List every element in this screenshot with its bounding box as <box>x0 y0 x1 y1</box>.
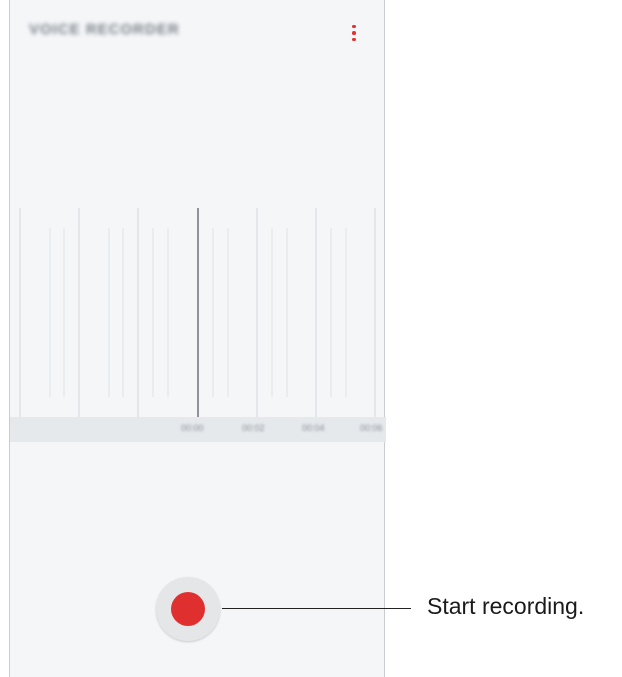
timeline-strip: 00:00 00:02 00:04 00:06 <box>10 417 386 442</box>
timeline-tick-label: 00:02 <box>242 423 265 433</box>
timeline-tick-label: 00:04 <box>302 423 325 433</box>
app-title: VOICE RECORDER <box>29 21 180 38</box>
more-options-icon-dot <box>352 31 356 35</box>
timeline-tick-label: 00:06 <box>360 423 383 433</box>
more-options-icon-dot <box>352 37 356 42</box>
waveform-grid <box>19 208 376 417</box>
more-options-button[interactable] <box>343 18 365 48</box>
callout-line <box>222 608 411 609</box>
timeline-tick-label: 00:00 <box>181 423 204 433</box>
more-options-icon <box>352 24 356 29</box>
voice-recorder-screen: VOICE RECORDER 00:00 00:02 00:04 00:06 <box>9 0 386 677</box>
callout-label: Start recording. <box>427 593 585 619</box>
record-icon <box>171 592 205 626</box>
record-button[interactable] <box>156 577 220 641</box>
